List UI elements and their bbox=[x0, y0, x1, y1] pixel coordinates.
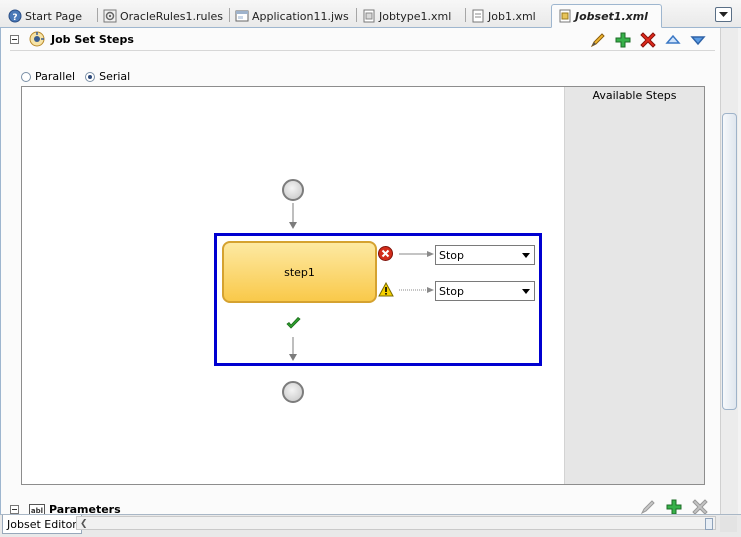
editor-tab-bar: ? Start Page OracleRules1.rules Applicat… bbox=[0, 0, 741, 28]
available-steps-panel[interactable]: Available Steps bbox=[564, 87, 704, 484]
tab-separator bbox=[356, 8, 357, 22]
parameters-collapse-toggle[interactable] bbox=[10, 505, 19, 514]
editor-bottom-bar: Jobset Editor ❮ bbox=[0, 514, 741, 537]
vertical-scrollbar-thumb[interactable] bbox=[722, 113, 737, 410]
section-title: Job Set Steps bbox=[51, 32, 134, 46]
tab-jobtype1[interactable]: Jobtype1.xml bbox=[356, 5, 455, 27]
help-icon: ? bbox=[8, 9, 22, 23]
tab-separator bbox=[97, 8, 98, 22]
tab-label: Application11.jws bbox=[252, 9, 349, 23]
horizontal-scrollbar[interactable]: ❮ bbox=[76, 516, 716, 530]
radio-serial[interactable] bbox=[85, 71, 96, 82]
chevron-down-icon bbox=[719, 11, 728, 17]
job-set-icon bbox=[29, 31, 45, 47]
horizontal-scrollbar-thumb[interactable] bbox=[705, 518, 713, 530]
scroll-left-icon[interactable]: ❮ bbox=[80, 519, 88, 529]
editor-tab-label: Jobset Editor bbox=[7, 517, 77, 531]
job-set-steps-header: Job Set Steps bbox=[10, 31, 134, 47]
scroll-corner bbox=[720, 516, 737, 532]
tab-jobset-editor[interactable]: Jobset Editor bbox=[2, 515, 82, 534]
success-check-icon bbox=[286, 316, 301, 333]
warning-action-select[interactable]: Stop bbox=[435, 281, 535, 301]
tab-list-dropdown-button[interactable] bbox=[715, 7, 732, 22]
job-file-icon bbox=[471, 9, 485, 23]
tab-job1[interactable]: Job1.xml bbox=[465, 5, 540, 27]
step-label: step1 bbox=[284, 265, 315, 279]
tab-label: Jobtype1.xml bbox=[379, 9, 452, 23]
tab-label: Start Page bbox=[25, 9, 82, 23]
jobset-file-icon bbox=[558, 9, 572, 23]
tab-separator bbox=[465, 8, 466, 22]
error-action-select[interactable]: Stop bbox=[435, 245, 535, 265]
tab-start-page[interactable]: ? Start Page bbox=[2, 5, 86, 27]
move-up-icon[interactable] bbox=[664, 31, 682, 49]
step-node[interactable]: step1 bbox=[222, 241, 377, 303]
error-icon bbox=[378, 246, 393, 264]
tab-separator bbox=[229, 8, 230, 22]
warning-action-value: Stop bbox=[439, 284, 465, 298]
delete-x-icon[interactable] bbox=[639, 31, 657, 49]
tab-oraclerules1[interactable]: OracleRules1.rules bbox=[97, 5, 227, 27]
jobtype-file-icon bbox=[362, 9, 376, 23]
warning-icon bbox=[378, 281, 394, 300]
tab-label: OracleRules1.rules bbox=[120, 9, 224, 23]
tab-jobset1[interactable]: Jobset1.xml bbox=[551, 4, 662, 28]
tab-label: Jobset1.xml bbox=[575, 9, 648, 23]
svg-text:?: ? bbox=[12, 13, 17, 23]
tab-label: Job1.xml bbox=[488, 9, 536, 23]
section-divider bbox=[10, 50, 715, 51]
radio-parallel[interactable] bbox=[21, 71, 31, 82]
radio-parallel-label[interactable]: Parallel bbox=[35, 70, 75, 83]
available-steps-title: Available Steps bbox=[592, 89, 677, 102]
start-node[interactable] bbox=[282, 179, 304, 201]
radio-serial-label[interactable]: Serial bbox=[99, 70, 130, 83]
add-plus-icon[interactable] bbox=[614, 31, 632, 49]
dropdown-arrow-icon bbox=[522, 289, 530, 294]
execution-mode-group: Parallel Serial bbox=[21, 70, 130, 83]
steps-toolbar bbox=[589, 31, 707, 49]
error-action-value: Stop bbox=[439, 248, 465, 262]
jobset-editor-panel: Job Set Steps Parallel Serial step1 Stop… bbox=[0, 28, 721, 516]
collapse-toggle-button[interactable] bbox=[10, 34, 19, 44]
tab-application11[interactable]: Application11.jws bbox=[229, 5, 353, 27]
end-node[interactable] bbox=[282, 381, 304, 403]
vertical-scrollbar[interactable] bbox=[720, 28, 738, 516]
job-steps-canvas[interactable]: step1 Stop Stop Available Steps bbox=[21, 86, 705, 485]
rules-file-icon bbox=[103, 9, 117, 23]
dropdown-arrow-icon bbox=[522, 253, 530, 258]
workspace-icon bbox=[235, 9, 249, 23]
edit-pencil-icon[interactable] bbox=[589, 31, 607, 49]
move-down-icon[interactable] bbox=[689, 31, 707, 49]
